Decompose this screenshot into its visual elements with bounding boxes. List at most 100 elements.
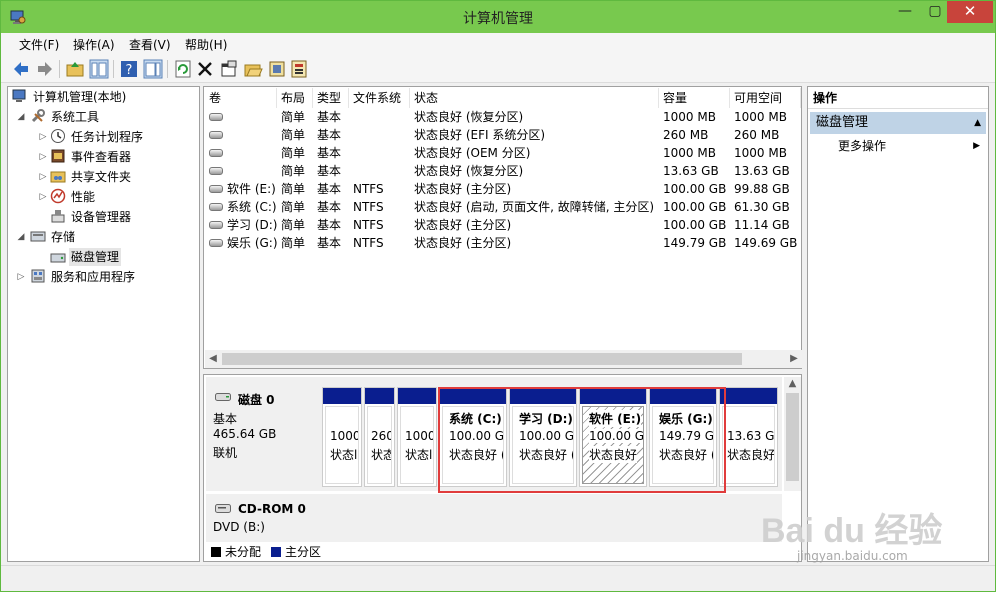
disk-settings-icon[interactable] [267, 59, 287, 79]
menu-help[interactable]: 帮助(H) [185, 36, 227, 53]
menu-action[interactable]: 操作(A) [73, 36, 115, 53]
table-row[interactable]: 系统 (C:) 简单 基本 NTFS 状态良好 (启动, 页面文件, 故障转储,… [204, 198, 801, 216]
column-header-capacity[interactable]: 容量 [659, 88, 730, 108]
toolbar-separator [113, 60, 114, 78]
expand-arrow-icon[interactable]: ▷ [38, 188, 48, 206]
tree-item-device-manager[interactable]: 设备管理器 [50, 208, 133, 226]
capacity-cell: 100.00 GB [663, 200, 727, 214]
partition-block[interactable]: 260 状态 [364, 387, 395, 487]
maximize-button[interactable]: ▢ [921, 1, 949, 23]
table-row[interactable]: 软件 (E:) 简单 基本 NTFS 状态良好 (主分区) 100.00 GB … [204, 180, 801, 198]
partition-status: 状态l [405, 448, 433, 462]
menu-view[interactable]: 查看(V) [129, 36, 171, 53]
storage-icon [30, 231, 46, 242]
cdrom-0-info[interactable]: CD-ROM 0 DVD (B:) [206, 494, 320, 542]
disk-0-info[interactable]: 磁盘 0 基本 465.64 GB 联机 [206, 377, 320, 491]
table-row[interactable]: 学习 (D:) 简单 基本 NTFS 状态良好 (主分区) 100.00 GB … [204, 216, 801, 234]
table-row[interactable]: 简单 基本 状态良好 (EFI 系统分区) 260 MB 260 MB [204, 126, 801, 144]
disk-0-name: 磁盘 0 [238, 393, 275, 407]
layout-cell: 简单 [281, 218, 306, 232]
free-space-cell: 149.69 GB [734, 236, 798, 250]
open-folder-icon[interactable] [243, 59, 263, 79]
toolbar-separator [59, 60, 60, 78]
scroll-right-icon[interactable]: ▶ [786, 350, 802, 368]
more-actions-item[interactable]: 更多操作 ▶ [838, 137, 986, 155]
vertical-scrollbar[interactable]: ▲ [784, 377, 801, 491]
collapse-arrow-icon[interactable]: ◢ [16, 228, 26, 246]
properties-icon[interactable] [219, 59, 239, 79]
up-folder-icon[interactable] [65, 59, 85, 79]
close-button[interactable]: ✕ [947, 1, 993, 23]
expand-arrow-icon[interactable]: ▷ [16, 268, 26, 286]
filesystem-cell: NTFS [353, 182, 384, 196]
tree-item-computer-management[interactable]: 计算机管理(本地) [12, 88, 128, 106]
table-row[interactable]: 简单 基本 状态良好 (OEM 分区) 1000 MB 1000 MB [204, 144, 801, 162]
collapse-arrow-icon[interactable]: ◢ [16, 108, 26, 126]
partition-bar [323, 388, 361, 404]
help-icon[interactable]: ? [119, 59, 139, 79]
minimize-button[interactable]: — [889, 1, 921, 23]
expand-arrow-icon[interactable]: ▷ [38, 168, 48, 186]
disk-report-icon[interactable] [289, 59, 309, 79]
status-cell: 状态良好 (OEM 分区) [414, 146, 531, 160]
table-row[interactable]: 简单 基本 状态良好 (恢复分区) 13.63 GB 13.63 GB [204, 162, 801, 180]
column-header-free-space[interactable]: 可用空间 [730, 88, 801, 108]
capacity-cell: 100.00 GB [663, 218, 727, 232]
toolbar: ? [1, 55, 995, 83]
tree-item-task-scheduler[interactable]: 任务计划程序 [50, 128, 145, 146]
column-header-volume[interactable]: 卷 [205, 88, 277, 108]
drive-icon [209, 113, 223, 121]
scrollbar-thumb[interactable] [786, 393, 799, 481]
scrollbar-thumb[interactable] [222, 353, 742, 365]
type-cell: 基本 [317, 236, 342, 250]
tree-item-disk-management[interactable]: 磁盘管理 [50, 248, 122, 266]
type-cell: 基本 [317, 110, 342, 124]
forward-arrow-icon[interactable] [35, 59, 55, 79]
collapse-caret-icon[interactable]: ▲ [974, 112, 981, 134]
tree-item-shared-folders[interactable]: 共享文件夹 [50, 168, 133, 186]
partition-block[interactable]: 13.63 GE 状态良好 [719, 387, 778, 487]
column-header-status[interactable]: 状态 [410, 88, 659, 108]
show-hide-console-tree-icon[interactable] [89, 59, 109, 79]
partition-block[interactable]: 1000 状态l [322, 387, 362, 487]
free-space-cell: 99.88 GB [734, 182, 790, 196]
tree-item-event-viewer[interactable]: 事件查看器 [50, 148, 133, 166]
type-cell: 基本 [317, 146, 342, 160]
expand-arrow-icon[interactable]: ▷ [38, 148, 48, 166]
filesystem-cell: NTFS [353, 218, 384, 232]
delete-icon[interactable] [195, 59, 215, 79]
tree-item-services-apps[interactable]: 服务和应用程序 [30, 268, 137, 286]
menu-file[interactable]: 文件(F) [19, 36, 59, 53]
layout-cell: 简单 [281, 236, 306, 250]
table-row[interactable]: 简单 基本 状态良好 (恢复分区) 1000 MB 1000 MB [204, 108, 801, 126]
volume-name-cell: 学习 (D:) [205, 216, 277, 234]
tree-item-system-tools[interactable]: 系统工具 [30, 108, 101, 126]
back-arrow-icon[interactable] [11, 59, 31, 79]
drive-icon [209, 185, 223, 193]
tree-label: 计算机管理(本地) [33, 90, 127, 104]
tree-item-performance[interactable]: 性能 [50, 188, 97, 206]
drive-icon [209, 167, 223, 175]
column-header-type[interactable]: 类型 [313, 88, 349, 108]
scroll-up-icon[interactable]: ▲ [784, 375, 801, 393]
disk-0-size: 465.64 GB [213, 427, 277, 441]
partition-block[interactable]: 1000 状态l [397, 387, 437, 487]
actions-section-disk-management[interactable]: 磁盘管理 ▲ [810, 112, 986, 134]
horizontal-scrollbar[interactable]: ◀ ▶ [205, 350, 802, 368]
show-action-pane-icon[interactable] [143, 59, 163, 79]
table-row[interactable]: 娱乐 (G:) 简单 基本 NTFS 状态良好 (主分区) 149.79 GB … [204, 234, 801, 252]
layout-cell: 简单 [281, 110, 306, 124]
scroll-left-icon[interactable]: ◀ [205, 350, 221, 368]
actions-pane: 操作 磁盘管理 ▲ 更多操作 ▶ [807, 86, 989, 562]
refresh-icon[interactable] [173, 59, 193, 79]
column-header-layout[interactable]: 布局 [277, 88, 313, 108]
type-cell: 基本 [317, 128, 342, 142]
tree-item-storage[interactable]: 存储 [30, 228, 77, 246]
status-cell: 状态良好 (主分区) [414, 182, 512, 196]
expand-arrow-icon[interactable]: ▷ [38, 128, 48, 146]
column-header-filesystem[interactable]: 文件系统 [349, 88, 410, 108]
capacity-cell: 260 MB [663, 128, 709, 142]
filesystem-cell [349, 126, 410, 144]
partition-size: 1000 [405, 429, 434, 443]
annotation-highlight-box [438, 387, 726, 493]
